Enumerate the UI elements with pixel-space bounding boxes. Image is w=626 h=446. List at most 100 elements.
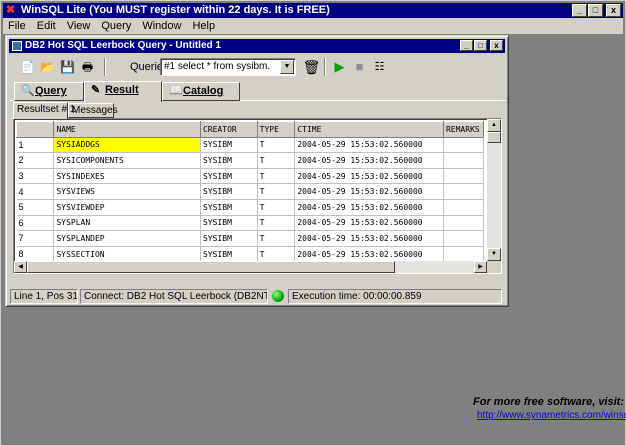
tab-resultset-1[interactable]: Resultset # 1 (13, 102, 75, 119)
table-cell[interactable]: SYSSECTION (53, 246, 201, 261)
scroll-left-icon[interactable]: ◀ (14, 261, 27, 273)
table-cell[interactable]: T (257, 199, 296, 216)
table-cell[interactable]: SYSICOMPONENTS (53, 152, 201, 169)
table-cell[interactable] (443, 230, 484, 247)
table-cell[interactable]: 2004-05-29 15:53:02.560000 (294, 230, 444, 247)
table-cell[interactable] (443, 168, 484, 185)
tab-result[interactable]: ✎ Result (84, 81, 162, 102)
table-cell[interactable]: 2004-05-29 15:53:02.560000 (294, 183, 444, 200)
table-header-row: NAME CREATOR TYPE CTIME REMARKS (16, 121, 484, 138)
table-cell[interactable]: T (257, 183, 296, 200)
table-cell[interactable]: SYSPLAN (53, 215, 201, 232)
scroll-right-icon[interactable]: ▶ (474, 261, 487, 273)
table-cell[interactable]: SYSIBM (200, 152, 258, 169)
table-cell[interactable]: SYSVIEWS (53, 183, 201, 200)
status-position: Line 1, Pos 31 (10, 289, 78, 304)
child-close-button[interactable]: x (490, 40, 503, 51)
table-cell[interactable] (443, 215, 484, 232)
title-bar[interactable]: ✖ WinSQL Lite (You MUST register within … (3, 3, 623, 18)
table-cell[interactable]: 2004-05-29 15:53:02.560000 (294, 152, 444, 169)
table-cell[interactable]: 2004-05-29 15:53:02.560000 (294, 137, 444, 154)
table-cell[interactable]: T (257, 246, 296, 261)
menu-view[interactable]: View (62, 18, 97, 34)
table-cell[interactable]: SYSIBM (200, 230, 258, 247)
table-row[interactable]: 6 SYSPLAN SYSIBM T 2004-05-29 15:53:02.56000… (16, 215, 484, 232)
table-cell[interactable]: T (257, 230, 296, 247)
table-cell[interactable] (443, 137, 484, 154)
table-cell[interactable]: 2004-05-29 15:53:02.560000 (294, 199, 444, 216)
column-header-creator[interactable]: CREATOR (199, 121, 258, 138)
table-cell[interactable]: SYSIBM (200, 137, 258, 154)
tab-catalog[interactable]: 📖Catalog (162, 82, 240, 101)
table-row[interactable]: 2 SYSICOMPONENTS SYSIBM T 2004-05-29 15:53:0… (16, 152, 484, 169)
table-cell[interactable]: SYSIBM (200, 246, 258, 261)
toolbar-separator (104, 58, 106, 76)
table-row[interactable]: 8 SYSSECTION SYSIBM T 2004-05-29 15:53:02.56… (16, 246, 484, 261)
menu-query[interactable]: Query (96, 18, 137, 34)
open-icon[interactable]: 📂 (38, 58, 57, 76)
connected-status-icon (272, 290, 284, 302)
new-icon[interactable]: 📄 (18, 58, 37, 76)
scroll-down-icon[interactable]: ▼ (487, 248, 501, 261)
table-cell[interactable]: 2004-05-29 15:53:02.560000 (294, 246, 444, 261)
child-minimize-button[interactable]: _ (460, 40, 473, 51)
column-header-name[interactable]: NAME (53, 121, 201, 138)
vertical-scrollbar[interactable]: ▲ ▼ (487, 119, 501, 261)
horizontal-scrollbar[interactable]: ◀ ▶ (14, 261, 487, 273)
table-cell[interactable]: T (257, 168, 296, 185)
winsql-app-icon[interactable]: ✖ (6, 5, 17, 16)
table-cell[interactable]: T (257, 152, 296, 169)
status-execution-time: Execution time: 00:00:00.859 (288, 289, 502, 304)
table-row[interactable]: 5 SYSVIEWDEP SYSIBM T 2004-05-29 15:53:02.56… (16, 199, 484, 216)
table-cell[interactable]: T (257, 137, 296, 154)
chevron-down-icon[interactable]: ▼ (280, 60, 294, 74)
table-cell[interactable]: SYSIBM (200, 168, 258, 185)
delete-icon[interactable]: 🗑 (302, 58, 321, 76)
table-cell[interactable]: SYSIADDGS (53, 137, 201, 154)
synametrics-link[interactable]: http://www.synametrics.com/winsql (477, 410, 626, 421)
status-bar: Line 1, Pos 31 Connect: DB2 Hot SQL Leer… (10, 288, 506, 304)
child-maximize-button[interactable]: □ (474, 40, 487, 51)
minimize-button[interactable]: _ (572, 4, 587, 17)
save-icon[interactable]: 💾 (58, 58, 77, 76)
table-cell[interactable]: 2004-05-29 15:53:02.560000 (294, 168, 444, 185)
table-cell[interactable] (443, 246, 484, 261)
table-cell[interactable] (443, 199, 484, 216)
column-header-type[interactable]: TYPE (256, 121, 296, 138)
vertical-scroll-thumb[interactable] (487, 132, 501, 143)
maximize-button[interactable]: □ (588, 4, 603, 17)
table-row[interactable]: 4 SYSVIEWS SYSIBM T 2004-05-29 15:53:02.5600… (16, 183, 484, 200)
table-row[interactable]: 7 SYSPLANDEP SYSIBM T 2004-05-29 15:53:02.56… (16, 230, 484, 247)
table-cell[interactable]: SYSIBM (200, 215, 258, 232)
table-cell[interactable] (443, 183, 484, 200)
table-cell[interactable]: SYSINDEXES (53, 168, 201, 185)
toolbar-separator (324, 58, 326, 76)
tab-query[interactable]: 🔍Query (14, 82, 84, 101)
menu-help[interactable]: Help (187, 18, 221, 34)
stop-icon[interactable]: ■ (350, 58, 369, 76)
table-cell[interactable]: SYSVIEWDEP (53, 199, 201, 216)
table-cell[interactable]: 2004-05-29 15:53:02.560000 (294, 215, 444, 232)
table-cell[interactable]: SYSPLANDEP (53, 230, 201, 247)
table-cell[interactable]: SYSIBM (200, 183, 258, 200)
menu-edit[interactable]: Edit (32, 18, 62, 34)
menu-window[interactable]: Window (137, 18, 187, 34)
horizontal-scroll-thumb[interactable] (27, 261, 395, 273)
table-row[interactable]: 1 SYSIADDGS SYSIBM T 2004-05-29 15:53:02.560… (16, 137, 484, 154)
result-grid[interactable]: NAME CREATOR TYPE CTIME REMARKS 1 SYSIADD… (13, 118, 502, 274)
queries-dropdown[interactable]: #1 select * from sysibm. ▼ (160, 58, 296, 76)
table-cell[interactable] (443, 152, 484, 169)
table-row[interactable]: 3 SYSINDEXES SYSIBM T 2004-05-29 15:53:02.56… (16, 168, 484, 185)
table-cell[interactable]: SYSIBM (200, 199, 258, 216)
scroll-up-icon[interactable]: ▲ (487, 119, 501, 132)
column-header-ctime[interactable]: CTIME (294, 121, 444, 138)
menu-file[interactable]: File (3, 18, 32, 34)
query-window-icon[interactable] (12, 41, 22, 51)
print-icon[interactable]: 🖶 (78, 58, 97, 76)
column-header-remarks[interactable]: REMARKS (442, 121, 484, 138)
options-icon[interactable]: ☷ (370, 58, 389, 76)
query-window-title-bar[interactable]: DB2 Hot SQL Leerbock Query - Untitled 1 … (9, 39, 505, 53)
close-button[interactable]: x (606, 4, 621, 17)
table-cell[interactable]: T (257, 215, 296, 232)
run-icon[interactable]: ▶ (330, 58, 349, 76)
